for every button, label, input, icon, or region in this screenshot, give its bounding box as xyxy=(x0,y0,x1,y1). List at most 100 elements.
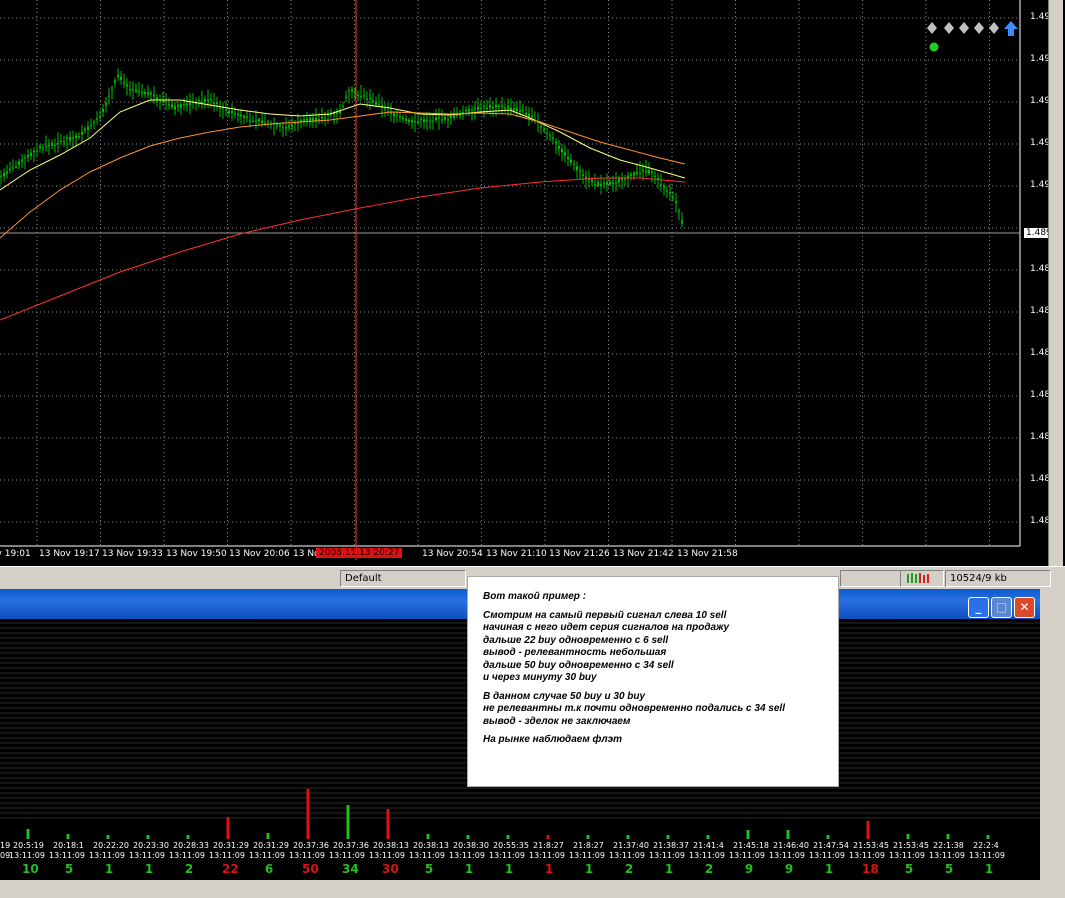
signal-time-label: 20:5:19 xyxy=(13,841,44,850)
candle-body xyxy=(402,117,404,119)
candle xyxy=(570,154,572,166)
candle xyxy=(423,112,425,129)
candle-body xyxy=(309,118,311,122)
price-chart[interactable]: 1.4945 1.4935 1.4925 1.4915 1.4905 1.4885 1.48… xyxy=(0,0,1065,566)
candle xyxy=(99,110,101,122)
candle xyxy=(489,97,491,116)
candle-body xyxy=(60,140,62,142)
candle-body xyxy=(0,175,2,177)
signal-time-label: 20:31:29 xyxy=(253,841,289,850)
candle xyxy=(480,101,482,112)
candle-body xyxy=(189,103,191,106)
candle xyxy=(273,117,275,136)
candle xyxy=(468,104,470,117)
candle xyxy=(603,177,605,190)
candle xyxy=(222,102,224,119)
chart-scrollbar[interactable] xyxy=(1048,0,1063,566)
candle xyxy=(447,114,449,128)
candle-body xyxy=(510,107,512,110)
candle xyxy=(675,192,677,213)
candle-body xyxy=(78,136,80,138)
candle-body xyxy=(255,120,257,122)
signal-bar xyxy=(826,835,830,839)
candle-body xyxy=(81,132,83,135)
candle xyxy=(618,175,620,188)
candle xyxy=(3,168,5,182)
signal-date-label: 13:11:09 xyxy=(849,851,885,860)
horizontal-scrollbar[interactable] xyxy=(0,880,1040,898)
signal-count: 1 xyxy=(104,862,114,876)
candle-body xyxy=(234,113,236,115)
candle-body xyxy=(642,169,644,172)
candle-body xyxy=(228,110,230,114)
candle xyxy=(510,98,512,116)
time-tick-label: 13 Nov 20:06 xyxy=(229,549,290,559)
candle-body xyxy=(126,84,128,87)
signal-date-label: 13:11:09 xyxy=(649,851,685,860)
candle xyxy=(219,100,221,118)
minimize-button[interactable]: _ xyxy=(968,597,989,618)
candle-body xyxy=(210,99,212,101)
candle xyxy=(93,119,95,129)
signal-bar xyxy=(746,830,750,839)
signal-count: 1 xyxy=(984,862,994,876)
candle xyxy=(126,78,128,96)
candle-body xyxy=(420,119,422,121)
candle-body xyxy=(633,172,635,176)
candle-body xyxy=(543,129,545,131)
close-button[interactable]: ✕ xyxy=(1014,597,1035,618)
signal-date-label: 13:11:09 xyxy=(369,851,405,860)
candle xyxy=(231,103,233,121)
candle-body xyxy=(111,87,113,89)
candle-body xyxy=(507,106,509,109)
candle-body xyxy=(618,178,620,183)
candle xyxy=(360,84,362,101)
candle xyxy=(639,161,641,178)
candle xyxy=(174,101,176,116)
candle xyxy=(459,110,461,120)
candle xyxy=(120,71,122,85)
candle-body xyxy=(27,155,29,158)
candle xyxy=(582,168,584,184)
candle-body xyxy=(390,112,392,114)
candle-body xyxy=(492,106,494,109)
note-line: вывод - зделок не заключаем xyxy=(483,715,631,727)
note-line: В данном случае 50 buy и 30 buy xyxy=(483,690,646,702)
signal-bar xyxy=(306,789,310,839)
candle xyxy=(18,158,20,170)
candle xyxy=(384,102,386,118)
candle xyxy=(402,114,404,124)
candle-body xyxy=(246,116,248,118)
candle-body xyxy=(567,156,569,160)
candle xyxy=(558,139,560,156)
signal-bar xyxy=(986,835,990,839)
candle-body xyxy=(369,98,371,100)
candle-body xyxy=(447,119,449,121)
candle xyxy=(6,164,8,179)
candle xyxy=(177,100,179,112)
candle-body xyxy=(522,110,524,112)
signal-count: 30 xyxy=(382,862,399,876)
candle-body xyxy=(282,127,284,129)
candle xyxy=(78,132,80,140)
candle xyxy=(285,117,287,136)
time-tick-label: 13 Nov 19:50 xyxy=(166,549,227,559)
candle xyxy=(288,119,290,132)
candle-body xyxy=(504,107,506,109)
candle-body xyxy=(561,148,563,153)
candle xyxy=(237,110,239,123)
candle-body xyxy=(663,185,665,188)
signal-date-label: 13:11:09 xyxy=(609,851,645,860)
candle xyxy=(456,106,458,119)
chart-canvas[interactable] xyxy=(0,0,1065,566)
maximize-button[interactable]: □ xyxy=(991,597,1012,618)
candle-body xyxy=(525,112,527,115)
candle-body xyxy=(672,197,674,199)
candle-body xyxy=(393,112,395,117)
candle xyxy=(192,93,194,109)
signal-time-label: 21:53:45 xyxy=(853,841,889,850)
candle xyxy=(429,112,431,130)
note-paragraph-1: Смотрим на самый первый сигнал слева 10 … xyxy=(483,610,838,685)
signal-time-label: 20:23:30 xyxy=(133,841,169,850)
note-paragraph-2: В данном случае 50 buy и 30 buy не релева… xyxy=(483,691,838,729)
